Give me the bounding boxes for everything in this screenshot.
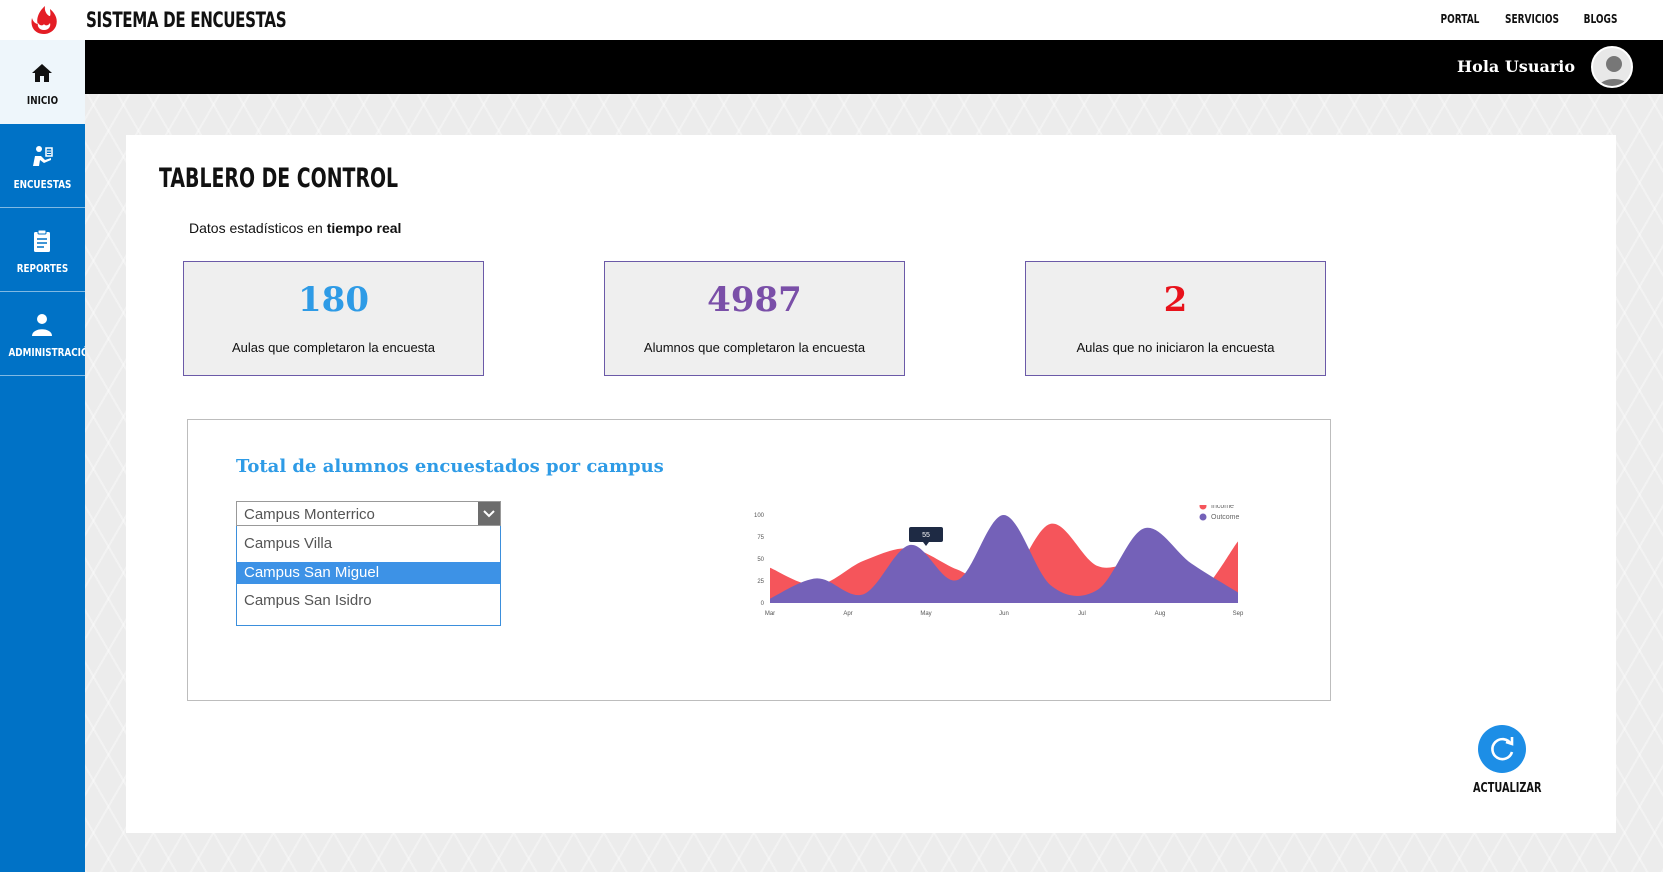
legend-label: Income	[1211, 505, 1234, 510]
x-tick-label: Sep	[1233, 611, 1244, 617]
x-tick-label: Apr	[843, 611, 852, 617]
campus-chart-card: Total de alumnos encuestados por campus …	[187, 419, 1331, 701]
chevron-down-icon[interactable]	[478, 502, 500, 525]
stat-caption: Alumnos que completaron la encuesta	[643, 340, 866, 355]
app-title: SISTEMA DE ENCUESTAS	[86, 8, 287, 32]
stat-card-aulas-no-iniciadas: 2 Aulas que no iniciaron la encuesta	[1025, 261, 1326, 376]
y-tick-label: 0	[761, 601, 765, 607]
campus-select[interactable]: Campus Monterrico	[236, 501, 501, 526]
legend-label: Outcome	[1211, 514, 1240, 521]
page-title: TABLERO DE CONTROL	[159, 163, 399, 194]
refresh-icon	[1491, 737, 1514, 761]
x-tick-label: Jun	[999, 611, 1009, 617]
x-tick-label: Mar	[765, 611, 775, 617]
nav-link-portal[interactable]: PORTAL	[1441, 12, 1480, 26]
user-greeting: Hola Usuario	[1457, 57, 1575, 76]
stat-value: 180	[298, 280, 369, 320]
sidebar-item-label: REPORTES	[16, 262, 69, 275]
y-tick-label: 50	[757, 557, 764, 563]
legend-swatch	[1199, 513, 1207, 521]
sidebar-item-label: ADMINISTRACIÓN	[8, 346, 96, 359]
stat-value: 2	[1163, 280, 1188, 320]
chart-title: Total de alumnos encuestados por campus	[236, 456, 664, 477]
sidebar-item-label: ENCUESTAS	[13, 178, 72, 191]
sidebar-item-label: INICIO	[26, 94, 59, 107]
refresh-button[interactable]	[1478, 725, 1526, 773]
campus-dropdown-list: Campus Villa Campus San Miguel Campus Sa…	[236, 526, 501, 626]
user-avatar-icon	[1598, 56, 1630, 86]
sidebar-item-reportes[interactable]: REPORTES	[0, 208, 85, 292]
top-nav: PORTAL SERVICIOS BLOGS	[1434, 12, 1623, 26]
sidebar: INICIO ENCUESTAS REPORTES ADMINISTRACIÓN	[0, 40, 96, 872]
tooltip-label: 55	[922, 532, 930, 539]
subtitle-text: Datos estadísticos en	[189, 220, 327, 236]
stat-caption: Aulas que no iniciaron la encuesta	[1076, 340, 1275, 355]
subtitle-emphasis: tiempo real	[326, 220, 402, 236]
y-tick-label: 75	[757, 535, 764, 541]
dashboard-panel: TABLERO DE CONTROL Datos estadísticos en…	[126, 135, 1616, 833]
legend-swatch	[1199, 505, 1207, 510]
nav-link-blogs[interactable]: BLOGS	[1584, 12, 1618, 26]
stat-caption: Aulas que completaron la encuesta	[231, 340, 436, 355]
area-chart: 0 25 50 75 100 Mar Apr May Jun Jul Aug Sep Income Out…	[754, 505, 1244, 617]
campus-option-san-isidro[interactable]: Campus San Isidro	[237, 590, 500, 612]
admin-user-icon	[32, 314, 52, 336]
sidebar-item-inicio[interactable]: INICIO	[0, 40, 85, 124]
x-tick-label: May	[920, 611, 931, 617]
y-tick-label: 25	[757, 579, 764, 585]
stat-value: 4987	[707, 280, 802, 320]
clipboard-icon	[34, 229, 50, 252]
page-subtitle: Datos estadísticos en tiempo real	[189, 220, 401, 236]
x-tick-label: Jul	[1078, 611, 1086, 617]
nav-link-servicios[interactable]: SERVICIOS	[1505, 12, 1559, 26]
campus-option-villa[interactable]: Campus Villa	[237, 533, 500, 555]
stat-card-alumnos-completados: 4987 Alumnos que completaron la encuesta	[604, 261, 905, 376]
avatar[interactable]	[1591, 46, 1633, 88]
stat-card-aulas-completadas: 180 Aulas que completaron la encuesta	[183, 261, 484, 376]
sidebar-item-administracion[interactable]: ADMINISTRACIÓN	[0, 292, 96, 376]
campus-option-san-miguel[interactable]: Campus San Miguel	[237, 562, 500, 584]
refresh-label: ACTUALIZAR	[1473, 781, 1542, 796]
home-icon	[32, 64, 52, 82]
x-tick-label: Aug	[1155, 611, 1166, 617]
campus-select-value: Campus Monterrico	[244, 506, 375, 523]
upc-logo	[31, 6, 57, 34]
series-area-outcome	[770, 514, 1238, 603]
tooltip-pointer	[923, 542, 929, 546]
sidebar-item-encuestas[interactable]: ENCUESTAS	[0, 124, 85, 208]
survey-icon	[33, 146, 53, 166]
top-header: SISTEMA DE ENCUESTAS PORTAL SERVICIOS BL…	[0, 0, 1663, 40]
y-tick-label: 100	[754, 513, 765, 519]
user-bar: Hola Usuario	[85, 40, 1663, 94]
